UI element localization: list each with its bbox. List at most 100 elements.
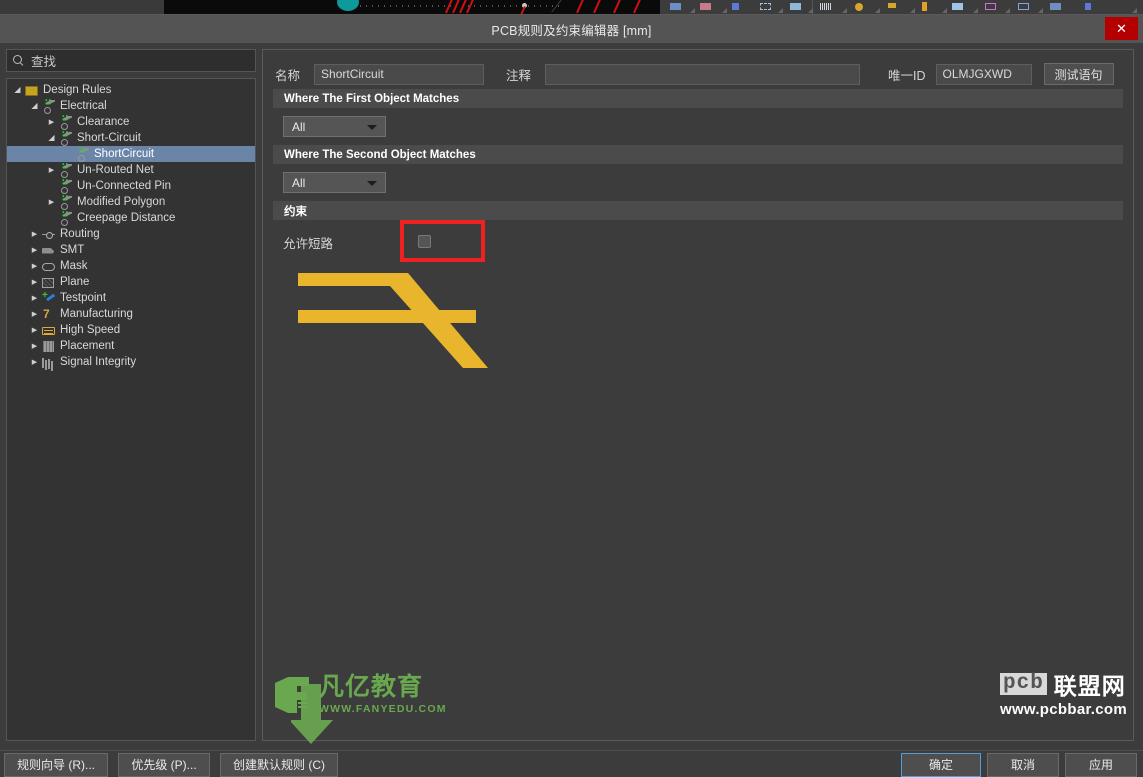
editor-toolbar[interactable]	[660, 0, 1143, 14]
expand-right-icon[interactable]	[28, 279, 41, 286]
tree-item-design-rules[interactable]: Design Rules	[7, 82, 255, 98]
expand-right-icon[interactable]	[45, 119, 58, 126]
tree-item-manufacturing[interactable]: 7 Manufacturing	[7, 306, 255, 322]
expand-right-icon[interactable]	[28, 247, 41, 254]
toolbar-icon-14[interactable]	[1085, 3, 1091, 10]
tree-item-plane[interactable]: Plane	[7, 274, 255, 290]
toolbar-icon-5[interactable]	[790, 3, 801, 10]
tree-item-signal-integrity[interactable]: Signal Integrity	[7, 354, 255, 370]
expand-right-icon[interactable]	[28, 343, 41, 350]
expand-down-icon[interactable]	[11, 86, 24, 94]
toolbar-icon-6[interactable]	[820, 3, 831, 10]
tree-item-label: Un-Routed Net	[77, 164, 154, 176]
priority-button[interactable]: 优先级 (P)...	[118, 752, 210, 777]
tree-item-label: SMT	[60, 244, 85, 256]
plane-icon	[41, 276, 56, 289]
pcbbar-name: 联盟网	[1053, 673, 1126, 699]
electrical-rule-icon: ∷	[58, 209, 73, 226]
expand-right-icon[interactable]	[28, 231, 41, 238]
rule-wizard-button[interactable]: 规则向导 (R)...	[4, 752, 108, 777]
tree-item-label: Short-Circuit	[77, 132, 141, 144]
electrical-green-dots-icon: ∷	[62, 112, 69, 123]
tree-item-testpoint[interactable]: Testpoint	[7, 290, 255, 306]
toolbar-dropdown-caret[interactable]	[1038, 8, 1043, 13]
dialog-title: PCB规则及约束编辑器 [mm]	[491, 23, 652, 38]
bottom-right-buttons: 确定 取消 应用	[901, 752, 1137, 777]
toolbar-dropdown-caret[interactable]	[1005, 8, 1010, 13]
green-arrow-annotation	[291, 684, 333, 744]
expand-right-icon[interactable]	[28, 359, 41, 366]
ok-button[interactable]: 确定	[901, 752, 981, 777]
toolbar-icon-4[interactable]	[760, 3, 771, 10]
tree-item-electrical[interactable]: ∷ Electrical	[7, 97, 255, 114]
tree-item-shortcircuit[interactable]: ∷ ShortCircuit	[7, 145, 255, 162]
toolbar-icon-7[interactable]	[855, 3, 863, 11]
cancel-button[interactable]: 取消	[987, 752, 1059, 777]
toolbar-icon-2[interactable]	[700, 3, 711, 10]
tree-item-clearance[interactable]: ∷ Clearance	[7, 112, 255, 130]
tree-item-high-speed[interactable]: High Speed	[7, 322, 255, 338]
name-label: 名称	[275, 68, 301, 83]
toolbar-dropdown-caret[interactable]	[842, 8, 847, 13]
first-object-scope-select[interactable]: All	[283, 116, 386, 137]
toolbar-icon-11[interactable]	[985, 3, 996, 10]
electrical-rule-icon: ∷	[58, 177, 73, 194]
toolbar-dropdown-caret[interactable]	[778, 8, 783, 13]
toolbar-icon-9[interactable]	[922, 2, 927, 11]
expand-right-icon[interactable]	[28, 295, 41, 302]
highlight-box-annotation	[400, 220, 485, 262]
expand-right-icon[interactable]	[45, 199, 58, 206]
second-object-scope-value: All	[292, 175, 306, 190]
first-object-body: All	[263, 108, 1133, 145]
tree-item-label: Placement	[60, 340, 115, 352]
tree-item-label: Testpoint	[60, 292, 107, 304]
expand-right-icon[interactable]	[45, 167, 58, 174]
second-object-scope-select[interactable]: All	[283, 172, 386, 193]
tree-item-smt[interactable]: SMT	[7, 242, 255, 258]
tree-item-label: Clearance	[77, 116, 130, 128]
toolbar-icon-13[interactable]	[1050, 3, 1061, 10]
bottom-left-buttons: 规则向导 (R)... 优先级 (P)... 创建默认规则 (C)	[0, 752, 338, 777]
rule-comment-field[interactable]	[545, 63, 861, 85]
toolbar-dropdown-caret[interactable]	[690, 8, 695, 13]
toolbar-icon-12[interactable]	[1018, 3, 1029, 10]
tree-item-creepage-distance[interactable]: ∷ Creepage Distance	[7, 209, 255, 226]
tree-item-un-connected-pin[interactable]: ∷ Un-Connected Pin	[7, 177, 255, 194]
design-rules-tree[interactable]: Design Rules∷Electrical∷Clearance∷Short-…	[6, 78, 256, 741]
toolbar-dropdown-caret[interactable]	[973, 8, 978, 13]
toolbar-dropdown-caret[interactable]	[1132, 8, 1137, 13]
expand-down-icon[interactable]	[45, 134, 58, 142]
tree-item-short-circuit[interactable]: ∷ Short-Circuit	[7, 128, 255, 146]
tree-item-mask[interactable]: Mask	[7, 258, 255, 274]
toolbar-icon-3[interactable]	[732, 3, 739, 10]
toolbar-dropdown-caret[interactable]	[875, 8, 880, 13]
search-input[interactable]: 查找	[6, 49, 256, 72]
apply-button[interactable]: 应用	[1065, 752, 1137, 777]
background-left-gutter	[0, 0, 164, 14]
test-query-button[interactable]: 测试语句	[1043, 63, 1114, 85]
chevron-down-icon	[367, 181, 377, 186]
unique-id-label: 唯一ID	[888, 68, 926, 83]
toolbar-dropdown-caret[interactable]	[722, 8, 727, 13]
toolbar-icon-8[interactable]	[888, 3, 896, 8]
expand-right-icon[interactable]	[28, 263, 41, 270]
rule-name-field[interactable]: ShortCircuit	[314, 63, 485, 85]
electrical-green-dots-icon: ∷	[62, 128, 69, 139]
expand-right-icon[interactable]	[28, 327, 41, 334]
tree-item-modified-polygon[interactable]: ∷ Modified Polygon	[7, 193, 255, 210]
expand-down-icon[interactable]	[28, 102, 41, 110]
unique-id-field[interactable]: OLMJGXWD	[935, 63, 1032, 85]
toolbar-icon-10[interactable]	[952, 3, 963, 10]
toolbar-icon-1[interactable]	[670, 3, 681, 10]
background-pcb-editor	[0, 0, 1143, 14]
tree-item-placement[interactable]: Placement	[7, 338, 255, 354]
toolbar-dropdown-caret[interactable]	[942, 8, 947, 13]
toolbar-dropdown-caret[interactable]	[808, 8, 813, 13]
manufacturing-icon: 7	[43, 306, 50, 321]
tree-item-routing[interactable]: Routing	[7, 226, 255, 242]
close-icon[interactable]: ✕	[1105, 17, 1138, 40]
toolbar-dropdown-caret[interactable]	[910, 8, 915, 13]
create-default-rules-button[interactable]: 创建默认规则 (C)	[220, 752, 338, 777]
tree-item-un-routed-net[interactable]: ∷ Un-Routed Net	[7, 161, 255, 178]
expand-right-icon[interactable]	[28, 311, 41, 318]
